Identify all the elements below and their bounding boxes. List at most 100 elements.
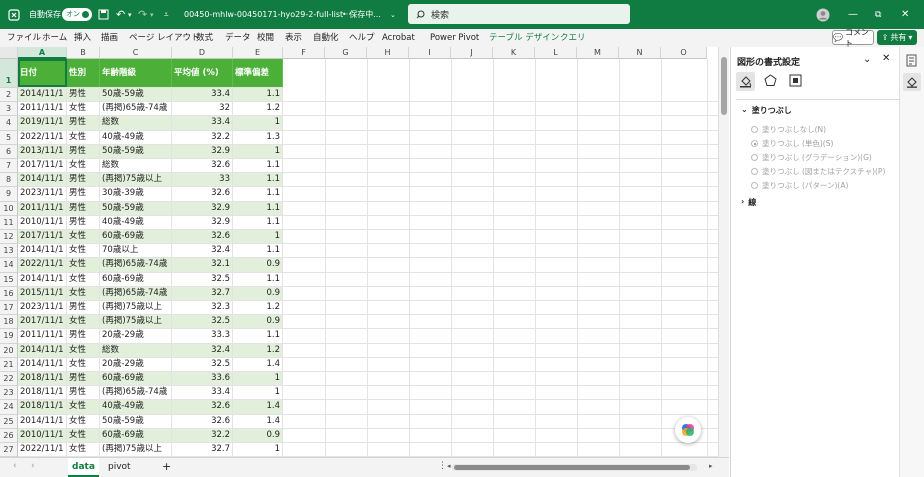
fill-option-pattern[interactable]: 塗りつぶし (パターン)(A) [751,180,848,191]
table-cell[interactable]: 30歳-39歳 [100,187,172,201]
effects-tab-icon[interactable] [764,74,777,90]
row-header[interactable]: 17 [0,301,18,316]
fill-option-none[interactable]: 塗りつぶしなし(N) [751,124,826,135]
table-cell[interactable]: 33.3 [172,329,233,343]
column-header-o[interactable]: O [661,47,707,59]
table-cell[interactable]: 男性 [67,386,100,400]
tab-insert[interactable]: 挿入 [74,29,91,47]
table-header-cell[interactable]: 日付 [18,59,67,87]
pane-close-icon[interactable]: ✕ [882,53,890,64]
copilot-button[interactable] [675,417,701,443]
title-chevron-down-icon[interactable]: ⌄ [390,0,396,29]
table-cell[interactable]: 総数 [100,116,172,130]
row-header[interactable]: 24 [0,400,18,415]
table-cell[interactable]: 32.1 [172,258,233,272]
table-cell[interactable]: 32.3 [172,301,233,315]
table-cell[interactable]: (再掲)65歳-74歳 [100,258,172,272]
column-header-a[interactable]: A [18,47,67,59]
table-cell[interactable]: 1.4 [233,400,283,414]
table-cell[interactable]: 60歳-69歳 [100,272,172,286]
row-header[interactable]: 25 [0,414,18,429]
table-cell[interactable]: 2022/11/1 [18,130,67,144]
table-header-cell[interactable]: 平均値 (%) [172,59,233,87]
table-cell[interactable]: 1.1 [233,272,283,286]
tab-automate[interactable]: 自動化 [313,29,339,47]
table-cell[interactable]: 32.9 [172,215,233,229]
tab-options-icon[interactable]: ⋮ [438,461,447,471]
table-cell[interactable]: 40歳-49歳 [100,400,172,414]
tab-data[interactable]: データ [225,29,251,47]
fill-option-solid[interactable]: 塗りつぶし (単色)(S) [751,138,833,149]
table-cell[interactable]: 2015/11/1 [18,286,67,300]
table-cell[interactable]: 2022/11/1 [18,443,67,457]
sheet-tab-data[interactable]: data [68,458,99,477]
table-cell[interactable]: 32.5 [172,357,233,371]
table-cell[interactable]: 女性 [67,357,100,371]
scroll-right-icon[interactable]: ▸ [709,462,713,470]
table-cell[interactable]: 2018/11/1 [18,386,67,400]
table-cell[interactable]: 女性 [67,443,100,457]
table-cell[interactable]: 50歳-59歳 [100,414,172,428]
table-cell[interactable]: 32.6 [172,159,233,173]
table-cell[interactable]: 2011/11/1 [18,102,67,116]
table-cell[interactable]: 男性 [67,116,100,130]
table-cell[interactable]: 32.4 [172,244,233,258]
prev-sheet-icon[interactable]: ‹ [13,461,17,471]
table-header-cell[interactable]: 性別 [67,59,100,87]
row-header[interactable]: 21 [0,357,18,372]
table-cell[interactable]: 1.2 [233,102,283,116]
row-header[interactable]: 19 [0,329,18,344]
table-cell[interactable]: 33.4 [172,88,233,102]
column-header-k[interactable]: K [493,47,535,59]
tab-page-layout[interactable]: ページ レイアウト [129,29,200,47]
fill-option-gradient[interactable]: 塗りつぶし (グラデーション)(G) [751,152,872,163]
table-cell[interactable]: 2010/11/1 [18,428,67,442]
table-cell[interactable]: 0.9 [233,258,283,272]
row-header[interactable]: 1 [0,59,18,88]
table-cell[interactable]: 1.1 [233,88,283,102]
tab-home[interactable]: ホーム [42,29,67,47]
row-header[interactable]: 20 [0,343,18,358]
table-cell[interactable]: 2014/11/1 [18,357,67,371]
table-cell[interactable]: 女性 [67,343,100,357]
table-cell[interactable]: 総数 [100,343,172,357]
table-cell[interactable]: 33 [172,173,233,187]
column-header-m[interactable]: M [577,47,619,59]
tab-acrobat[interactable]: Acrobat [382,29,415,47]
vertical-scroll-thumb[interactable] [721,57,727,115]
table-cell[interactable]: 32.2 [172,428,233,442]
table-cell[interactable]: 40歳-49歳 [100,130,172,144]
table-cell[interactable]: (再掲)65歳-74歳 [100,286,172,300]
row-header[interactable]: 27 [0,443,18,457]
table-cell[interactable]: 2017/11/1 [18,159,67,173]
redo-dropdown-icon[interactable]: ▾ [150,0,154,29]
table-cell[interactable]: 1.1 [233,329,283,343]
row-header[interactable]: 23 [0,386,18,401]
table-cell[interactable]: 2022/11/1 [18,258,67,272]
table-cell[interactable]: 2010/11/1 [18,215,67,229]
row-header[interactable]: 11 [0,215,18,230]
customize-qat-icon[interactable]: ⩡ [164,0,169,29]
horizontal-scrollbar[interactable] [452,464,697,471]
table-cell[interactable]: 1.1 [233,173,283,187]
table-cell[interactable]: 32 [172,102,233,116]
row-header[interactable]: 10 [0,201,18,216]
fill-option-picture[interactable]: 塗りつぶし (図またはテクスチャ)(P) [751,166,885,177]
table-cell[interactable]: 1 [233,443,283,457]
horizontal-scroll-thumb[interactable] [454,465,690,470]
table-cell[interactable]: 33.4 [172,116,233,130]
table-cell[interactable]: 2014/11/1 [18,244,67,258]
row-header[interactable]: 12 [0,230,18,245]
table-cell[interactable]: 50歳-59歳 [100,144,172,158]
table-cell[interactable]: 32.4 [172,343,233,357]
table-cell[interactable]: 女性 [67,272,100,286]
table-cell[interactable]: 男性 [67,301,100,315]
table-cell[interactable]: 男性 [67,88,100,102]
table-cell[interactable]: 32.2 [172,130,233,144]
tab-help[interactable]: ヘルプ [349,29,375,47]
row-header[interactable]: 26 [0,428,18,443]
table-cell[interactable]: 2019/11/1 [18,116,67,130]
table-cell[interactable]: 1.4 [233,357,283,371]
table-cell[interactable]: 1.1 [233,244,283,258]
fill-line-tab-icon[interactable] [736,72,755,91]
